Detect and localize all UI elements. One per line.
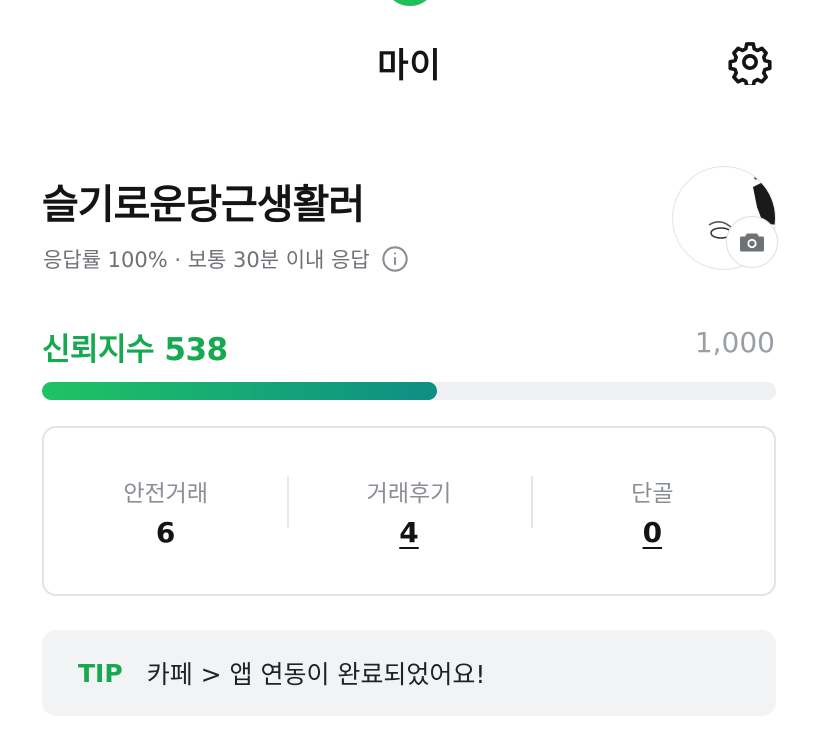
- stat-safe-trades: 안전거래 6: [44, 474, 287, 549]
- info-icon[interactable]: [380, 244, 410, 274]
- page-title: 마이: [377, 46, 442, 86]
- trade-stats-card: 안전거래 6 거래후기 4 단골 0: [42, 426, 776, 596]
- tip-banner[interactable]: TIP 카페 > 앱 연동이 완료되었어요!: [42, 630, 776, 716]
- trust-progress-bar: [42, 382, 776, 400]
- stat-label: 단골: [631, 480, 674, 507]
- profile-avatar-area[interactable]: [672, 166, 780, 274]
- response-rate-text: 응답률 100% · 보통 30분 이내 응답: [43, 248, 370, 272]
- stat-regulars[interactable]: 단골 0: [530, 474, 774, 549]
- camera-icon: [740, 233, 764, 252]
- stat-value: 6: [155, 515, 176, 549]
- profile-nickname: 슬기로운당근생활러: [42, 182, 365, 228]
- stat-label: 안전거래: [123, 480, 208, 507]
- settings-button[interactable]: [722, 34, 778, 90]
- trust-score-label: 신뢰지수 538: [42, 332, 228, 368]
- stat-label: 거래후기: [366, 480, 452, 507]
- tip-text: 카페 > 앱 연동이 완료되었어요!: [146, 660, 486, 689]
- trust-score-max: 1,000: [694, 326, 775, 359]
- gear-icon: [728, 42, 772, 85]
- stat-value-link[interactable]: 0: [531, 516, 774, 549]
- response-info: 응답률 100% · 보통 30분 이내 응답: [43, 244, 410, 274]
- stat-reviews[interactable]: 거래후기 4: [287, 474, 530, 549]
- my-page: 마이 슬기로운당근생활러 응답률 100% · 보통 30분 이내 응답 신뢰지…: [0, 0, 819, 750]
- tip-tag: TIP: [78, 658, 123, 688]
- status-dot: [388, 0, 432, 6]
- stat-value-link[interactable]: 4: [287, 516, 530, 549]
- camera-button[interactable]: [726, 216, 778, 268]
- trust-progress-fill: [42, 382, 437, 400]
